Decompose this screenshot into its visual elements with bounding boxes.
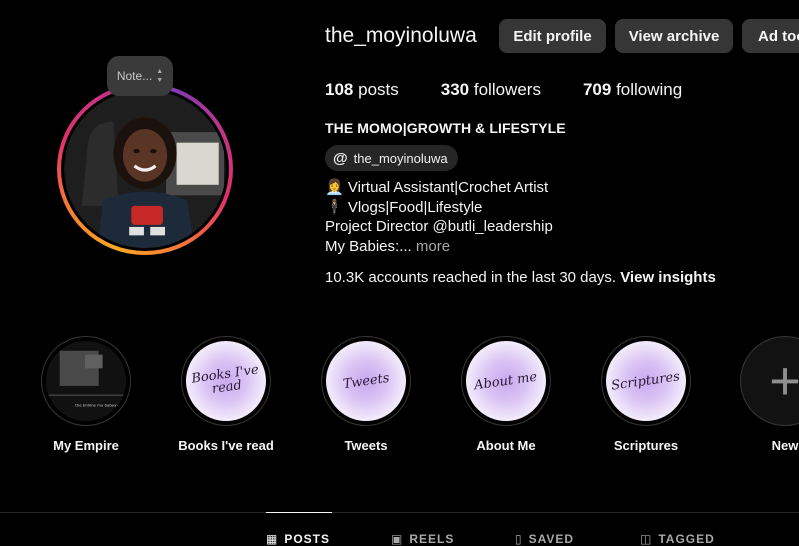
highlight-ring: Scriptures	[601, 336, 691, 426]
highlight-cover-caption: the bnlline my babyyyy	[75, 402, 121, 407]
highlight-cover-text: Scriptures	[610, 368, 682, 394]
tab-label: SAVED	[528, 532, 575, 546]
highlight-cover: About me	[466, 341, 546, 421]
posts-label: posts	[358, 80, 399, 99]
highlight-cover-text: About me	[473, 369, 539, 393]
posts-count: 108	[325, 80, 354, 99]
highlight-cover-text: Books I've read	[190, 362, 260, 397]
threads-handle: the_moyinoluwa	[353, 150, 448, 166]
note-bubble[interactable]: Note... ▲ ▼	[107, 56, 173, 96]
tab-label: POSTS	[284, 532, 331, 546]
tabs-divider	[0, 512, 799, 513]
bio-line-text: My Babies:...	[325, 237, 412, 255]
tab-label: REELS	[409, 532, 455, 546]
active-tab-indicator	[266, 512, 332, 513]
following-stat[interactable]: 709 following	[583, 80, 682, 100]
highlight-cover: +	[745, 341, 799, 421]
profile-full-name: THE MOMO|GROWTH & LIFESTYLE	[325, 120, 566, 136]
profile-username: the_moyinoluwa	[325, 24, 477, 47]
tab-tagged[interactable]: ◫ TAGGED	[640, 532, 715, 546]
view-archive-button[interactable]: View archive	[615, 19, 733, 53]
highlight-cover: Scriptures	[606, 341, 686, 421]
highlight-label: New	[771, 438, 799, 453]
avatar-illustration	[66, 90, 224, 248]
avatar-photo	[64, 90, 226, 248]
highlight-cover: Tweets	[326, 341, 406, 421]
highlight-thumbnail: the bnlline my babyyyy	[46, 341, 126, 421]
threads-icon: @	[333, 149, 348, 167]
bio-line: 👩‍💼 Virtual Assistant|Crochet Artist	[325, 179, 549, 196]
highlight-cover: the bnlline my babyyyy	[46, 341, 126, 421]
following-count: 709	[582, 80, 612, 99]
highlight-ring: the bnlline my babyyyy	[41, 336, 131, 426]
plus-icon: +	[769, 351, 799, 411]
tab-saved[interactable]: ▯ SAVED	[515, 532, 574, 546]
followers-count: 330	[440, 80, 470, 99]
tab-reels[interactable]: ▣ REELS	[391, 532, 454, 546]
reach-summary: 10.3K accounts reached in the last 30 da…	[325, 269, 716, 286]
followers-stat[interactable]: 330 followers	[441, 80, 541, 100]
highlight-label: About Me	[476, 438, 536, 453]
bookmark-icon: ▯	[515, 532, 523, 546]
followers-label: followers	[473, 80, 541, 99]
tag-icon: ◫	[640, 532, 653, 546]
profile-avatar[interactable]	[57, 83, 233, 255]
highlight-ring: Tweets	[321, 336, 411, 426]
reels-icon: ▣	[391, 532, 404, 546]
ad-tools-button[interactable]: Ad tools	[742, 19, 799, 53]
bio-line: My Babies:... more	[325, 237, 553, 257]
highlight-ring: About me	[461, 336, 551, 426]
bio-more-link[interactable]: more	[416, 238, 450, 255]
highlight-ring: Books I've read	[181, 336, 271, 426]
highlight-ring: +	[740, 336, 799, 426]
threads-badge[interactable]: @ the_moyinoluwa	[325, 145, 458, 171]
highlight-cover: Books I've read	[186, 341, 266, 421]
edit-profile-button[interactable]: Edit profile	[499, 19, 606, 53]
view-insights-link[interactable]: View insights	[620, 269, 716, 286]
tab-posts[interactable]: ▦ POSTS	[266, 532, 330, 546]
reach-text: 10.3K accounts reached in the last 30 da…	[325, 269, 617, 286]
note-stepper-icon: ▲ ▼	[156, 68, 164, 84]
note-placeholder: Note...	[116, 69, 153, 83]
highlight-label: Scriptures	[613, 438, 679, 453]
profile-bio: 👩‍💼 Virtual Assistant|Crochet Artist 🕴 V…	[325, 178, 553, 256]
highlight-label: Tweets	[344, 438, 388, 453]
bio-line: 🕴 Vlogs|Food|Lifestyle	[325, 198, 483, 216]
tab-label: TAGGED	[658, 532, 715, 546]
bio-line: Project Director @butli_leadership	[325, 218, 553, 235]
grid-icon: ▦	[266, 532, 279, 546]
following-label: following	[616, 80, 683, 99]
highlight-label: Books I've read	[178, 438, 274, 453]
highlight-label: My Empire	[53, 438, 119, 453]
profile-stats: 108 posts 330 followers 709 following	[325, 80, 724, 100]
highlight-cover-text: Tweets	[341, 370, 391, 392]
posts-stat: 108 posts	[325, 80, 399, 100]
